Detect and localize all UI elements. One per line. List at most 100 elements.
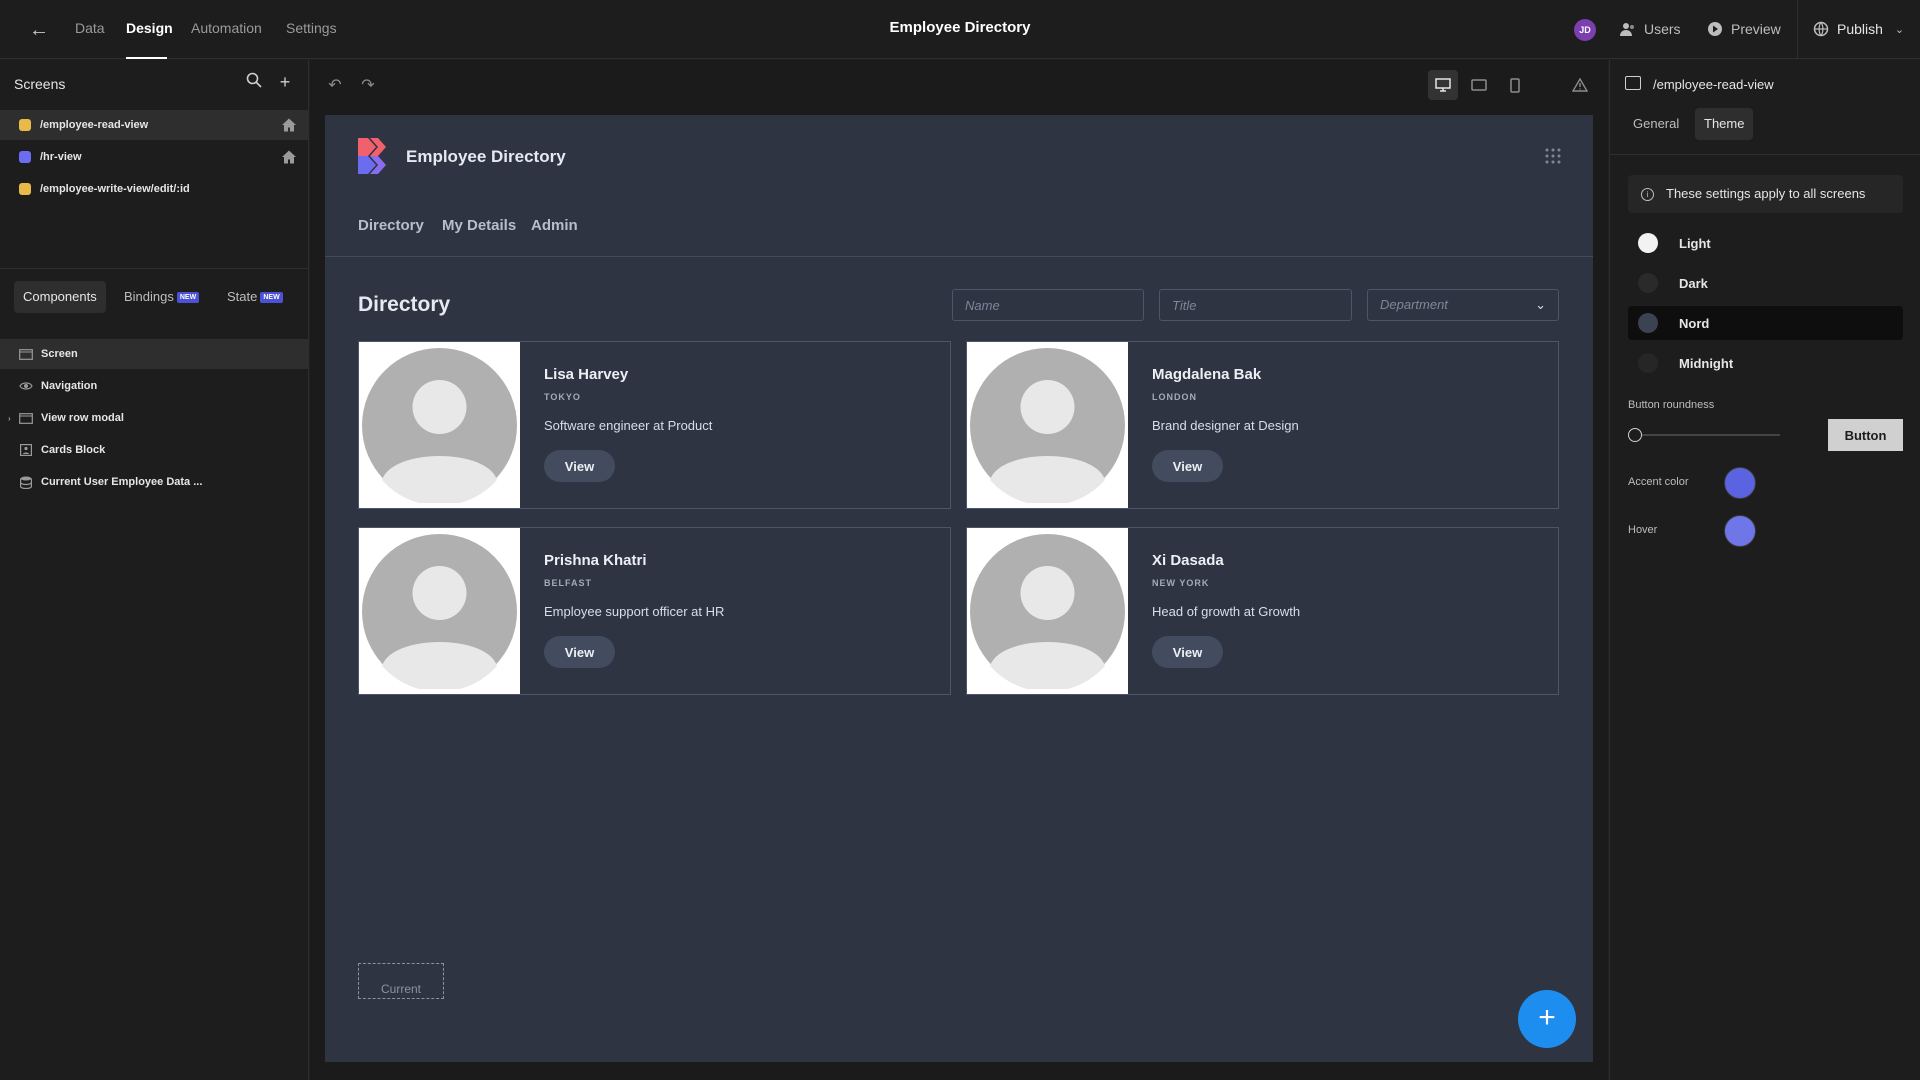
department-select[interactable]: Department ⌄ — [1367, 289, 1559, 321]
users-label: Users — [1644, 21, 1681, 37]
current-placeholder[interactable]: Current — [358, 963, 444, 999]
tree-item-label: Screen — [41, 348, 78, 360]
theme-label: Midnight — [1679, 355, 1734, 371]
theme-label: Dark — [1679, 275, 1708, 291]
screen-color-dot — [19, 183, 31, 195]
tab-state[interactable]: State NEW — [218, 281, 292, 313]
nav-admin[interactable]: Admin — [531, 217, 578, 234]
theme-option-midnight[interactable]: Midnight — [1628, 346, 1903, 380]
hover-color-swatch[interactable] — [1724, 515, 1756, 547]
view-button[interactable]: View — [1152, 450, 1223, 482]
users-button[interactable]: Users — [1620, 19, 1681, 39]
publish-button[interactable]: Publish ⌄ — [1813, 19, 1904, 39]
top-bar: ← Data Design Automation Settings Employ… — [0, 0, 1920, 59]
person-icon — [362, 348, 517, 503]
cards-icon — [19, 444, 33, 456]
screen-color-dot — [19, 151, 31, 163]
globe-icon — [1813, 21, 1829, 37]
expand-chevron-icon[interactable]: › — [8, 414, 11, 423]
chevron-down-icon: ⌄ — [1894, 23, 1905, 36]
view-button[interactable]: View — [544, 450, 615, 482]
publish-label: Publish — [1837, 21, 1883, 37]
button-preview[interactable]: Button — [1828, 419, 1903, 451]
accent-color-swatch[interactable] — [1724, 467, 1756, 499]
tab-settings[interactable]: Settings — [286, 20, 337, 36]
section-title: Directory — [358, 293, 451, 316]
preview-button[interactable]: Preview — [1707, 19, 1781, 39]
screen-color-dot — [19, 119, 31, 131]
new-badge: NEW — [260, 292, 283, 303]
tab-components[interactable]: Components — [14, 281, 106, 313]
view-button[interactable]: View — [544, 636, 615, 668]
right-panel: /employee-read-view General Theme i Thes… — [1609, 60, 1920, 1080]
tab-bindings-label: Bindings — [124, 289, 174, 304]
screen-item-hr-view[interactable]: /hr-view — [0, 142, 309, 172]
divider — [1610, 154, 1920, 155]
screen-item-employee-read-view[interactable]: /employee-read-view — [0, 110, 309, 140]
preview-header: Employee Directory Directory My Details … — [325, 115, 1593, 257]
warning-icon[interactable] — [1565, 70, 1595, 100]
screen-route: /employee-read-view — [40, 119, 149, 131]
avatar-placeholder — [967, 528, 1128, 694]
avatar[interactable]: JD — [1574, 19, 1596, 41]
employee-card: Lisa Harvey TOKYO Software engineer at P… — [358, 341, 951, 509]
back-arrow-icon[interactable]: ← — [27, 18, 51, 42]
preview-label: Preview — [1731, 21, 1781, 37]
tab-general[interactable]: General — [1624, 108, 1688, 140]
view-button[interactable]: View — [1152, 636, 1223, 668]
home-icon — [282, 118, 296, 132]
employee-name: Lisa Harvey — [544, 366, 629, 383]
person-icon — [970, 348, 1125, 503]
tab-bindings[interactable]: Bindings NEW — [115, 281, 208, 313]
tab-automation[interactable]: Automation — [191, 20, 262, 36]
play-icon — [1708, 22, 1722, 36]
add-fab-button[interactable]: + — [1518, 990, 1576, 1048]
avatar-placeholder — [967, 342, 1128, 508]
employee-name: Prishna Khatri — [544, 552, 647, 569]
tab-data[interactable]: Data — [75, 20, 105, 36]
hover-color-label: Hover — [1628, 524, 1658, 536]
roundness-slider-track[interactable] — [1635, 434, 1780, 436]
screen-route: /employee-write-view/edit/:id — [40, 183, 190, 195]
theme-label: Light — [1679, 235, 1711, 251]
theme-option-nord[interactable]: Nord — [1628, 306, 1903, 340]
redo-icon[interactable]: ↷ — [353, 70, 383, 100]
info-banner: i These settings apply to all screens — [1628, 175, 1903, 213]
mobile-view-icon[interactable] — [1500, 70, 1530, 100]
left-panel-content: /employee-read-view /hr-view /employee-w… — [0, 60, 309, 1080]
tab-design[interactable]: Design — [126, 20, 173, 36]
eye-icon — [19, 380, 33, 392]
theme-option-light[interactable]: Light — [1628, 226, 1903, 260]
tab-theme[interactable]: Theme — [1695, 108, 1754, 140]
employee-name: Magdalena Bak — [1152, 366, 1262, 383]
nav-directory[interactable]: Directory — [358, 217, 424, 234]
theme-swatch — [1638, 273, 1658, 293]
chevron-down-icon: ⌄ — [1535, 297, 1546, 312]
app-logo — [358, 138, 386, 174]
app-preview: Employee Directory Directory My Details … — [325, 115, 1593, 1062]
modal-icon — [19, 412, 33, 424]
active-tab-indicator — [126, 57, 167, 59]
employee-card: Xi Dasada NEW YORK Head of growth at Gro… — [966, 527, 1559, 695]
tree-item-screen[interactable]: Screen — [0, 339, 309, 369]
grid-menu-icon[interactable] — [1545, 148, 1561, 164]
roundness-slider-thumb[interactable] — [1628, 428, 1642, 442]
desktop-view-icon[interactable] — [1428, 70, 1458, 100]
accent-color-label: Accent color — [1628, 476, 1689, 488]
theme-option-dark[interactable]: Dark — [1628, 266, 1903, 300]
tree-item-navigation[interactable]: Navigation — [0, 371, 309, 401]
home-icon — [282, 150, 296, 164]
tree-item-cards-block[interactable]: Cards Block — [0, 435, 309, 465]
tree-item-view-row-modal[interactable]: › View row modal — [0, 403, 309, 433]
undo-icon[interactable]: ↶ — [320, 70, 350, 100]
tree-item-label: Current User Employee Data ... — [41, 476, 203, 488]
tree-item-current-user-data[interactable]: Current User Employee Data ... — [0, 467, 309, 497]
nav-my-details[interactable]: My Details — [442, 217, 516, 234]
tree-item-label: Cards Block — [41, 444, 106, 456]
name-filter-input[interactable] — [952, 289, 1144, 321]
title-filter-input[interactable] — [1159, 289, 1352, 321]
screen-item-employee-write-view[interactable]: /employee-write-view/edit/:id — [0, 174, 309, 204]
button-roundness-label: Button roundness — [1628, 399, 1715, 411]
employee-role: Head of growth at Growth — [1152, 604, 1301, 619]
tablet-view-icon[interactable] — [1464, 70, 1494, 100]
